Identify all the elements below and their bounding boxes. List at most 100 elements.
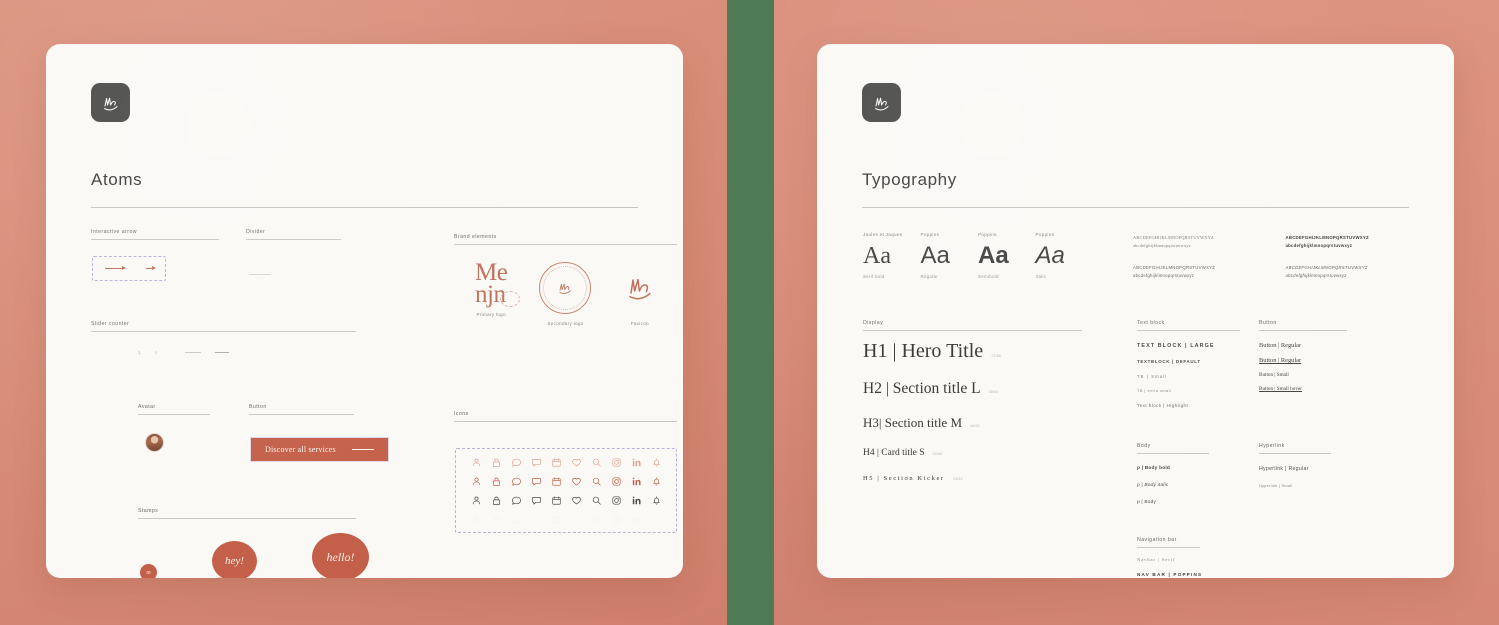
calendar-icon[interactable] bbox=[546, 457, 566, 468]
linkedin-icon[interactable] bbox=[626, 476, 646, 487]
message-icon[interactable] bbox=[526, 476, 546, 487]
font-weight-label: Semibold bbox=[978, 274, 999, 279]
stamp-bubble-label: hey! bbox=[225, 555, 244, 567]
lock-icon[interactable] bbox=[486, 514, 506, 525]
instagram-icon[interactable] bbox=[606, 457, 626, 468]
display-type-item: H4 | Card title S 32/40 bbox=[863, 448, 1088, 458]
section-label: Navigation bar bbox=[1137, 537, 1177, 543]
section-label: Icons bbox=[454, 411, 469, 417]
heart-icon[interactable] bbox=[566, 476, 586, 487]
page-title: Atoms bbox=[91, 170, 143, 189]
lock-icon[interactable] bbox=[486, 476, 506, 487]
heart-icon[interactable] bbox=[566, 495, 586, 506]
bell-icon[interactable] bbox=[646, 476, 666, 487]
instagram-icon[interactable] bbox=[606, 476, 626, 487]
bell-icon[interactable] bbox=[646, 495, 666, 506]
instagram-icon[interactable] bbox=[606, 495, 626, 506]
button-type-sample[interactable]: Button | Small hover bbox=[1259, 386, 1354, 392]
font-family-name: Poppins bbox=[1035, 232, 1055, 237]
menjn-script-icon bbox=[629, 278, 651, 300]
display-type-scale: H1 | Hero Title 72/80 H2 | Section title … bbox=[863, 340, 1088, 482]
linkedin-icon[interactable] bbox=[626, 457, 646, 468]
user-icon[interactable] bbox=[466, 514, 486, 525]
search-icon[interactable] bbox=[586, 476, 606, 487]
slider-track-inactive[interactable] bbox=[184, 352, 201, 353]
font-weight-label: Serif bold bbox=[863, 274, 885, 279]
display-size-annotation: 56/64 bbox=[988, 390, 999, 394]
section-label: Button bbox=[1259, 320, 1277, 326]
slide-gap-divider bbox=[727, 0, 774, 625]
slider-counter-sample[interactable]: 1 4 bbox=[138, 350, 229, 355]
search-icon[interactable] bbox=[586, 457, 606, 468]
menjn-monogram-icon bbox=[559, 283, 572, 294]
body-type-sample: p | Body bold bbox=[1137, 466, 1170, 471]
logo-swirl-icon bbox=[500, 291, 521, 307]
brand-secondary-logo: Secondary logo bbox=[528, 262, 602, 326]
charset-uppercase: ABCDEFGHIJKLMNOPQRSTUVWXYZ bbox=[1133, 235, 1214, 240]
chat-bubble-icon[interactable] bbox=[506, 495, 526, 506]
arrow-short-icon[interactable] bbox=[146, 266, 156, 270]
font-family-name: Poppins bbox=[978, 232, 997, 237]
arrow-long-icon[interactable] bbox=[105, 266, 126, 270]
slider-track-active[interactable] bbox=[214, 352, 229, 353]
hyperlink-type-sample[interactable]: Hyperlink | Small bbox=[1259, 484, 1349, 488]
message-icon[interactable] bbox=[526, 495, 546, 506]
instagram-icon[interactable] bbox=[606, 514, 626, 525]
bell-icon[interactable] bbox=[646, 457, 666, 468]
linkedin-icon[interactable] bbox=[626, 514, 646, 525]
message-icon[interactable] bbox=[526, 457, 546, 468]
stamp-badge[interactable]: m bbox=[140, 564, 157, 578]
display-size-annotation: 24/32 bbox=[952, 477, 963, 481]
lock-icon[interactable] bbox=[486, 495, 506, 506]
user-icon[interactable] bbox=[466, 457, 486, 468]
font-family-name: Jaules et Jaques bbox=[863, 232, 903, 237]
text-block-sample: TB | Small bbox=[1137, 374, 1168, 379]
lock-icon[interactable] bbox=[486, 457, 506, 468]
title-divider bbox=[862, 207, 1409, 208]
font-specimens-row: Jaules et Jaques Aa Serif bold Poppins Aa… bbox=[863, 232, 1093, 279]
search-icon[interactable] bbox=[586, 495, 606, 506]
button-type-sample[interactable]: Button | Regular bbox=[1259, 357, 1354, 364]
calendar-icon[interactable] bbox=[546, 495, 566, 506]
button-type-sample[interactable]: Button | Small bbox=[1259, 372, 1354, 378]
calendar-icon[interactable] bbox=[546, 514, 566, 525]
user-icon[interactable] bbox=[466, 495, 486, 506]
chat-bubble-icon[interactable] bbox=[506, 514, 526, 525]
button-type-sample[interactable]: Button | Regular bbox=[1259, 342, 1354, 349]
hyperlink-type-sample[interactable]: Hyperlink | Regular bbox=[1259, 466, 1349, 472]
title-divider bbox=[91, 207, 638, 208]
linkedin-icon[interactable] bbox=[626, 495, 646, 506]
heart-icon[interactable] bbox=[566, 514, 586, 525]
calendar-icon[interactable] bbox=[546, 476, 566, 487]
font-sample-glyphs: Aa bbox=[920, 242, 950, 269]
message-icon[interactable] bbox=[526, 514, 546, 525]
search-icon[interactable] bbox=[586, 514, 606, 525]
section-icons: Icons bbox=[454, 411, 677, 422]
section-divider: Divider bbox=[246, 229, 341, 240]
chat-bubble-icon[interactable] bbox=[506, 476, 526, 487]
body-type-list: p | Body bold p | Body italic p | Body bbox=[1137, 466, 1227, 505]
stamp-bubble-hey[interactable]: hey! bbox=[212, 541, 257, 578]
display-size-annotation: 72/80 bbox=[991, 354, 1002, 358]
section-navigation-bar: Navigation bar bbox=[1137, 537, 1200, 548]
secondary-logo-mark bbox=[539, 262, 592, 314]
section-body: Body bbox=[1137, 443, 1209, 454]
section-rule bbox=[1259, 330, 1347, 331]
chat-bubble-icon[interactable] bbox=[506, 457, 526, 468]
section-rule bbox=[863, 330, 1082, 331]
text-block-sample: TB | extra small bbox=[1137, 389, 1172, 393]
section-text-block: Text block bbox=[1137, 320, 1240, 331]
display-type-item: H5 | Section Kicker 24/32 bbox=[863, 475, 1088, 482]
section-label: Brand elements bbox=[454, 234, 497, 240]
body-type-sample: p | Body italic bbox=[1137, 483, 1169, 488]
section-buttons: Button bbox=[1259, 320, 1347, 331]
section-rule bbox=[1259, 453, 1331, 454]
charset-lowercase: abcdefghijklmnopqrstuvwxyz bbox=[1285, 272, 1347, 278]
stamp-bubble-hello[interactable]: hello! bbox=[312, 533, 369, 578]
bell-icon[interactable] bbox=[646, 514, 666, 525]
charset-specimen: ABCDEFGHIJKLMNOPQRSTUVWXYZ abcdefghijklm… bbox=[1286, 234, 1417, 250]
avatar[interactable] bbox=[145, 433, 164, 452]
discover-all-services-button[interactable]: Discover all services bbox=[251, 438, 388, 461]
heart-icon[interactable] bbox=[566, 457, 586, 468]
user-icon[interactable] bbox=[466, 476, 486, 487]
